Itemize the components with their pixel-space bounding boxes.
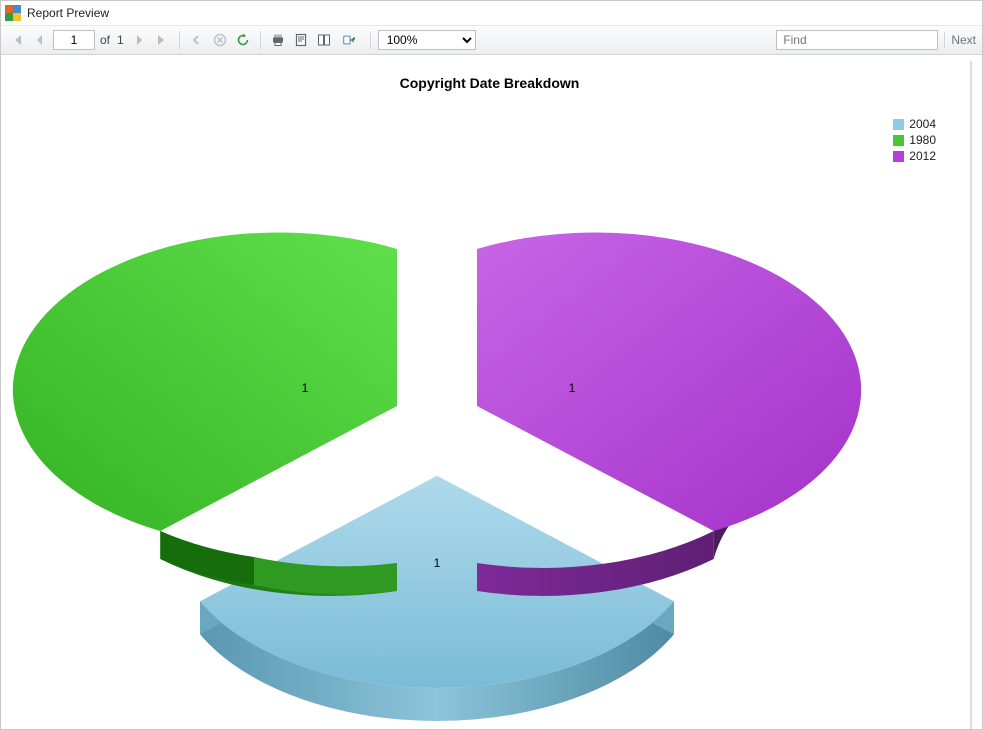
toolbar-separator bbox=[179, 31, 180, 49]
last-page-button[interactable] bbox=[152, 30, 172, 50]
page-of-label: of bbox=[100, 33, 110, 47]
zoom-select[interactable]: 100% bbox=[378, 30, 476, 50]
pie-slice-2004: 1 bbox=[200, 476, 674, 721]
toolbar: of 1 100% bbox=[1, 26, 982, 55]
find-area: Next bbox=[776, 30, 976, 50]
print-layout-button[interactable] bbox=[291, 30, 311, 50]
slice-label-2004: 1 bbox=[434, 556, 441, 570]
stop-button[interactable] bbox=[210, 30, 230, 50]
report-paper: Copyright Date Breakdown 2004 1980 2012 bbox=[9, 61, 970, 729]
legend-swatch bbox=[893, 135, 904, 146]
find-input[interactable] bbox=[776, 30, 938, 50]
legend-label: 2004 bbox=[909, 117, 936, 131]
first-page-button[interactable] bbox=[7, 30, 27, 50]
refresh-button[interactable] bbox=[233, 30, 253, 50]
legend-swatch bbox=[893, 119, 904, 130]
legend-label: 1980 bbox=[909, 133, 936, 147]
page-total-label: 1 bbox=[117, 33, 124, 47]
slice-label-1980: 1 bbox=[302, 381, 309, 395]
print-button[interactable] bbox=[268, 30, 288, 50]
chart-legend: 2004 1980 2012 bbox=[893, 117, 936, 163]
titlebar: Report Preview bbox=[1, 1, 982, 26]
pie-chart: 1 bbox=[124, 151, 844, 729]
back-button[interactable] bbox=[187, 30, 207, 50]
legend-swatch bbox=[893, 151, 904, 162]
toolbar-separator bbox=[370, 31, 371, 49]
legend-item-2004: 2004 bbox=[893, 117, 936, 131]
report-preview-window: Report Preview of 1 bbox=[0, 0, 983, 730]
export-button[interactable] bbox=[337, 30, 363, 50]
next-page-button[interactable] bbox=[129, 30, 149, 50]
toolbar-separator bbox=[260, 31, 261, 49]
find-next-button[interactable]: Next bbox=[951, 33, 976, 47]
toolbar-separator bbox=[944, 32, 945, 48]
legend-item-1980: 1980 bbox=[893, 133, 936, 147]
legend-item-2012: 2012 bbox=[893, 149, 936, 163]
page-setup-button[interactable] bbox=[314, 30, 334, 50]
chart-title: Copyright Date Breakdown bbox=[9, 75, 970, 91]
page-number-input[interactable] bbox=[53, 30, 95, 50]
prev-page-button[interactable] bbox=[30, 30, 50, 50]
slice-label-2012: 1 bbox=[569, 381, 576, 395]
legend-label: 2012 bbox=[909, 149, 936, 163]
report-surface: Copyright Date Breakdown 2004 1980 2012 bbox=[1, 55, 982, 729]
app-icon bbox=[5, 5, 21, 21]
window-title: Report Preview bbox=[27, 6, 109, 20]
